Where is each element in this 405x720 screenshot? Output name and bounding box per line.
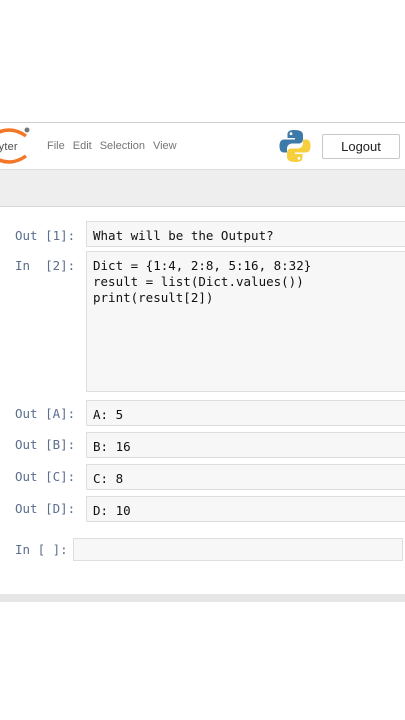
menu-selection[interactable]: Selection (100, 140, 145, 152)
cell-prompt-out-1: Out [1]: (15, 228, 76, 243)
python-logo-icon (279, 129, 311, 163)
menu-bar: File Edit Selection View (47, 140, 177, 152)
cell-prompt-out-b: Out [B]: (15, 437, 76, 452)
menu-file[interactable]: File (47, 140, 65, 152)
cell-prompt-in-empty: In [ ]: (15, 542, 68, 557)
option-a-output[interactable]: A: 5 (86, 400, 405, 426)
option-b-output[interactable]: B: 16 (86, 432, 405, 458)
empty-code-cell[interactable] (73, 538, 403, 561)
cell-prompt-out-c: Out [C]: (15, 469, 76, 484)
cell-prompt-in-2: In [2]: (15, 258, 76, 273)
cell-output-question[interactable]: What will be the Output? (86, 221, 405, 247)
notebook-area: Out [1]: What will be the Output? In [2]… (0, 207, 405, 602)
code-cell-input[interactable]: Dict = {1:4, 2:8, 5:16, 8:32} result = l… (86, 251, 405, 392)
notebook-header: upyter File Edit Selection View Logout (0, 122, 405, 170)
option-d-output[interactable]: D: 10 (86, 496, 405, 522)
cell-prompt-out-d: Out [D]: (15, 501, 76, 516)
menu-view[interactable]: View (153, 140, 177, 152)
jupyter-logo[interactable]: upyter (0, 126, 32, 166)
toolbar-area (0, 170, 405, 207)
jupyter-logo-text: upyter (0, 141, 18, 153)
cell-prompt-out-a: Out [A]: (15, 406, 76, 421)
menu-edit[interactable]: Edit (73, 140, 92, 152)
option-c-output[interactable]: C: 8 (86, 464, 405, 490)
logout-button[interactable]: Logout (322, 134, 400, 159)
